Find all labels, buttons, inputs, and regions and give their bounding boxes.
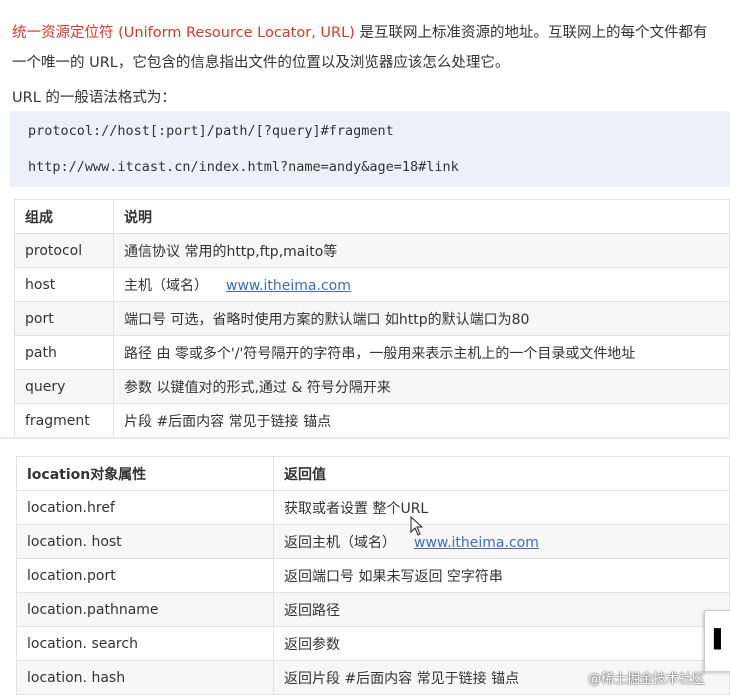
table-row: host 主机（域名） www.itheima.com	[14, 267, 730, 302]
table-row: fragment 片段 #后面内容 常见于链接 锚点	[14, 403, 730, 438]
intro-paragraph: 统一资源定位符 (Uniform Resource Locator, URL) …	[12, 18, 730, 78]
component-desc: 片段 #后面内容 常见于链接 锚点	[113, 403, 730, 438]
code-block: protocol://host[:port]/path/[?query]#fra…	[10, 111, 730, 187]
syntax-label: URL 的一般语法格式为：	[12, 90, 176, 106]
table-header-row: location对象属性 返回值	[16, 456, 730, 491]
location-properties-table: location对象属性 返回值 location.href 获取或者设置 整个…	[16, 456, 730, 695]
component-desc: 路径 由 零或多个'/'符号隔开的字符串，一般用来表示主机上的一个目录或文件地址	[113, 335, 730, 370]
cursor-icon	[410, 516, 424, 536]
header-cell: 返回值	[273, 456, 730, 491]
component-name: fragment	[14, 403, 114, 438]
property-name: location.pathname	[16, 592, 274, 627]
code-line-syntax: protocol://host[:port]/path/[?query]#fra…	[28, 123, 394, 139]
component-name: path	[14, 335, 114, 370]
property-return: 返回主机（域名）	[284, 534, 396, 551]
code-line-example: http://www.itcast.cn/index.html?name=and…	[28, 159, 459, 175]
component-desc: 端口号 可选，省略时使用方案的默认端口 如http的默认端口为80	[113, 301, 730, 336]
component-name: host	[14, 267, 114, 302]
component-desc-cell: 主机（域名） www.itheima.com	[113, 267, 730, 302]
property-return-cell: 返回主机（域名） www.itheima.com	[273, 524, 730, 559]
property-name: location.href	[16, 490, 274, 525]
component-desc: 通信协议 常用的http,ftp,maito等	[113, 233, 730, 268]
component-desc: 主机（域名）	[124, 277, 208, 294]
component-name: protocol	[14, 233, 114, 268]
table-row: location.href 获取或者设置 整个URL	[16, 490, 730, 525]
side-panel-button[interactable]: ▌	[704, 610, 730, 672]
property-name: location.port	[16, 558, 274, 593]
header-cell: 组成	[14, 199, 114, 234]
host-link[interactable]: www.itheima.com	[414, 535, 539, 551]
header-cell: 说明	[113, 199, 730, 234]
property-return: 返回路径	[273, 592, 730, 627]
host-link[interactable]: www.itheima.com	[226, 278, 351, 294]
property-return: 返回端口号 如果未写返回 空字符串	[273, 558, 730, 593]
table-row: query 参数 以键值对的形式,通过 & 符号分隔开来	[14, 369, 730, 404]
property-name: location. hash	[16, 660, 274, 695]
url-term: 统一资源定位符 (Uniform Resource Locator, URL)	[12, 25, 355, 41]
table-row: location. host 返回主机（域名） www.itheima.com	[16, 524, 730, 559]
property-return: 获取或者设置 整个URL	[273, 490, 730, 525]
property-return: 返回参数	[273, 626, 730, 661]
component-name: port	[14, 301, 114, 336]
component-desc: 参数 以键值对的形式,通过 & 符号分隔开来	[113, 369, 730, 404]
side-panel-glyph: ▌	[714, 629, 728, 650]
table-row: location. search 返回参数	[16, 626, 730, 661]
watermark: @稀土掘金技术社区	[588, 672, 706, 687]
header-cell: location对象属性	[16, 456, 274, 491]
table-header-row: 组成 说明	[14, 199, 730, 234]
table-row: protocol 通信协议 常用的http,ftp,maito等	[14, 233, 730, 268]
intro-line1-rest: 是互联网上标准资源的地址。互联网上的每个文件都有	[354, 25, 708, 41]
table-row: location.port 返回端口号 如果未写返回 空字符串	[16, 558, 730, 593]
table-row: location.pathname 返回路径	[16, 592, 730, 627]
url-components-table: 组成 说明 protocol 通信协议 常用的http,ftp,maito等 h…	[14, 199, 730, 438]
property-name: location. host	[16, 524, 274, 559]
table-row: port 端口号 可选，省略时使用方案的默认端口 如http的默认端口为80	[14, 301, 730, 336]
component-name: query	[14, 369, 114, 404]
table-row: path 路径 由 零或多个'/'符号隔开的字符串，一般用来表示主机上的一个目录…	[14, 335, 730, 370]
property-name: location. search	[16, 626, 274, 661]
intro-line2: 一个唯一的 URL，它包含的信息指出文件的位置以及浏览器应该怎么处理它。	[12, 55, 510, 71]
